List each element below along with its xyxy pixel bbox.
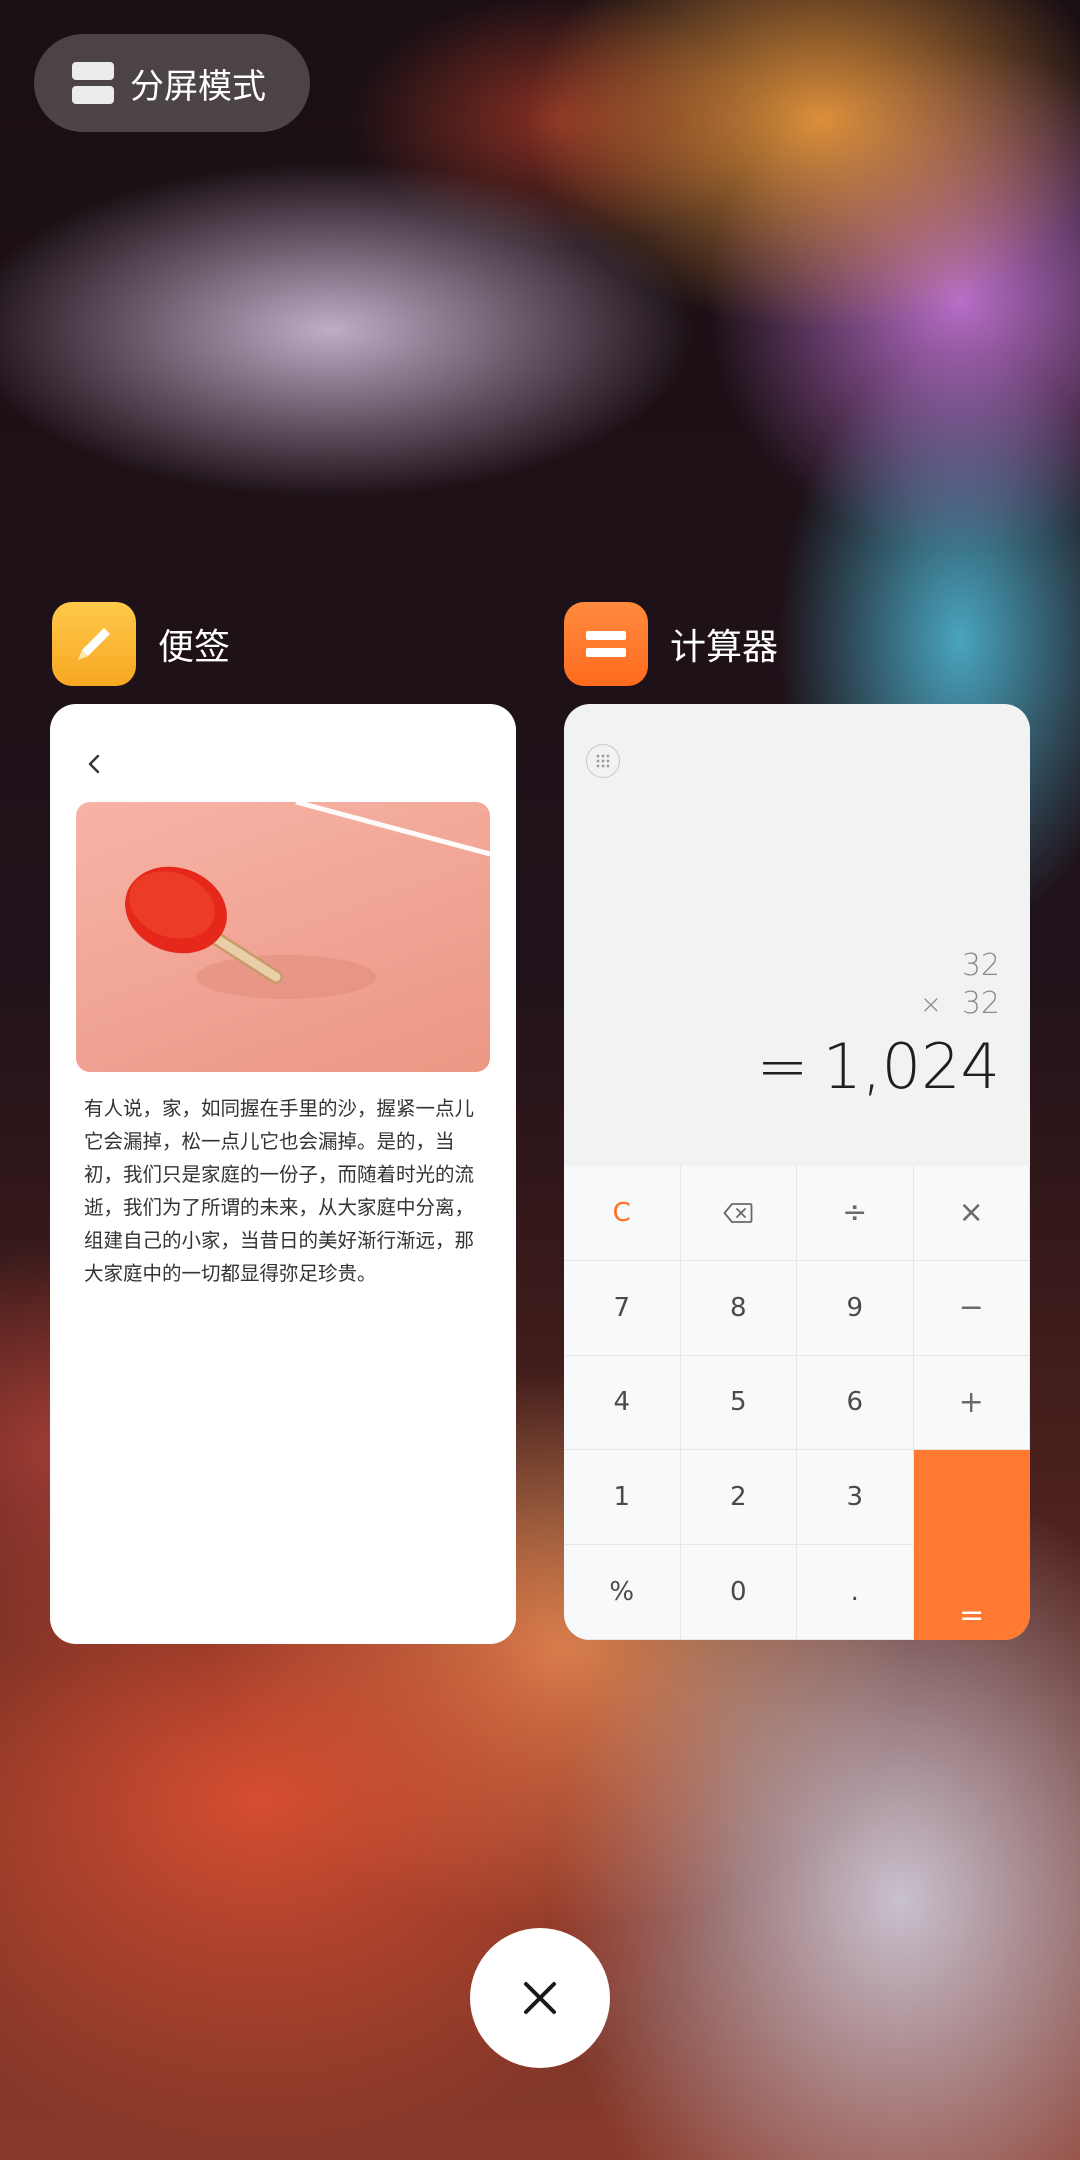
key-backspace[interactable] xyxy=(680,1166,797,1261)
calculator-app-header[interactable]: 计算器 xyxy=(564,602,778,686)
recent-apps-screen: 分屏模式 便签 计算器 有人说，家，如同握在手里的沙，握紧一点儿它会漏掉，松一点… xyxy=(0,0,1080,2160)
notes-app-header[interactable]: 便签 xyxy=(52,602,230,686)
calculator-keypad: C ÷ × 7 8 9 − 4 5 6 + 1 2 3 = % 0 . xyxy=(564,1166,1030,1640)
key-multiply[interactable]: × xyxy=(913,1166,1030,1261)
key-8[interactable]: 8 xyxy=(680,1260,797,1356)
calculator-icon xyxy=(564,602,648,686)
chevron-left-icon[interactable] xyxy=(80,750,108,778)
key-1[interactable]: 1 xyxy=(564,1450,681,1546)
calc-operator: × xyxy=(920,990,942,1020)
note-body-text: 有人说，家，如同握在手里的沙，握紧一点儿它会漏掉，松一点儿它也会漏掉。是的，当初… xyxy=(84,1097,475,1285)
key-7[interactable]: 7 xyxy=(564,1260,681,1356)
calc-operand-1: 32 xyxy=(961,948,1000,983)
calc-result: = 1,024 xyxy=(757,1030,1000,1103)
calc-expression-line: × 32 xyxy=(920,986,1000,1021)
key-3[interactable]: 3 xyxy=(797,1450,914,1546)
key-equals-label: = xyxy=(959,1597,985,1633)
key-6[interactable]: 6 xyxy=(797,1355,914,1451)
key-0[interactable]: 0 xyxy=(680,1545,797,1640)
split-screen-icon xyxy=(72,62,114,104)
split-screen-button[interactable]: 分屏模式 xyxy=(34,34,310,132)
key-clear[interactable]: C xyxy=(564,1166,681,1261)
calc-operand-2: 32 xyxy=(961,986,1000,1021)
clear-all-button[interactable] xyxy=(470,1928,610,2068)
key-9[interactable]: 9 xyxy=(797,1260,914,1356)
key-percent[interactable]: % xyxy=(564,1545,681,1640)
ping-pong-paddle-photo xyxy=(76,802,490,1072)
key-plus[interactable]: + xyxy=(913,1355,1030,1451)
key-minus[interactable]: − xyxy=(913,1260,1030,1356)
key-divide[interactable]: ÷ xyxy=(797,1166,914,1261)
grid-menu-icon[interactable] xyxy=(586,744,620,778)
key-dot[interactable]: . xyxy=(797,1545,914,1640)
notes-pencil-icon xyxy=(52,602,136,686)
split-screen-label: 分屏模式 xyxy=(130,66,266,107)
notes-app-name: 便签 xyxy=(158,627,231,668)
key-5[interactable]: 5 xyxy=(680,1355,797,1451)
calc-result-value: 1,024 xyxy=(822,1030,1001,1103)
close-x-icon xyxy=(524,1982,556,2014)
key-4[interactable]: 4 xyxy=(564,1355,681,1451)
key-2[interactable]: 2 xyxy=(680,1450,797,1546)
calculator-app-name: 计算器 xyxy=(670,627,779,668)
notes-app-card[interactable]: 有人说，家，如同握在手里的沙，握紧一点儿它会漏掉，松一点儿它也会漏掉。是的，当初… xyxy=(50,704,516,1644)
calc-equals-sign: = xyxy=(756,1030,809,1103)
backspace-icon xyxy=(723,1202,753,1223)
calculator-app-card[interactable]: 32 × 32 = 1,024 C ÷ × 7 8 9 − 4 5 6 + 1 … xyxy=(564,704,1030,1640)
key-equals[interactable]: = xyxy=(913,1450,1030,1640)
